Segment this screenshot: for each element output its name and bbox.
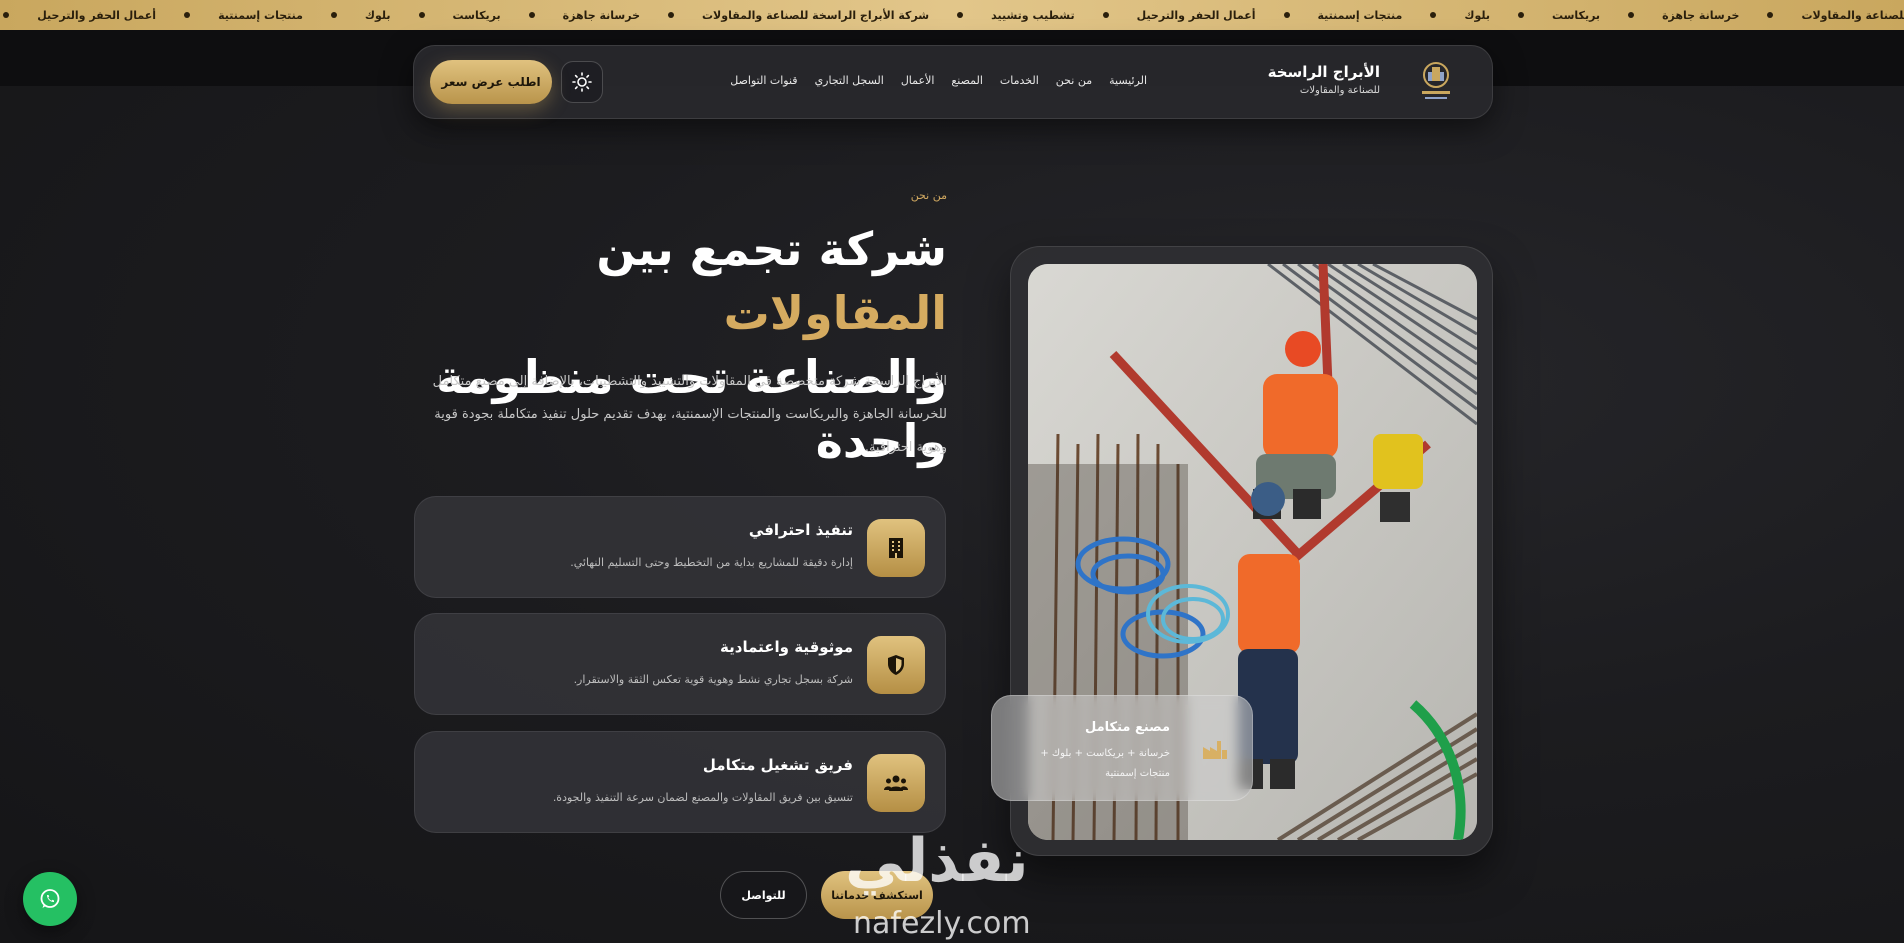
whatsapp-icon [40,889,60,908]
feature-title: فريق تشغيل متكامل [702,756,853,774]
ticker-item: بريكاست [1551,8,1601,22]
ticker-separator-dot [668,12,674,18]
company-logo[interactable] [1412,58,1460,106]
main-nav: الرئيسية من نحن الخدمات المصنع الأعمال ا… [730,74,1147,87]
ticker-separator-dot [528,12,535,18]
ticker-track: الأبراج الراسخة للصناعة والمقاولات خرسانة… [0,0,1904,30]
watermark-arabic: نفذلي [845,826,1029,896]
ticker-item: أعمال الحفر والترحيل [1136,8,1256,22]
ticker-separator-dot [1102,12,1109,18]
feature-card-professional: تنفيذ احترافي إدارة دقيقة للمشاريع بداية… [414,496,946,598]
ticker-item: بلوك [1464,8,1490,22]
nav-contact-channels[interactable]: قنوات التواصل [730,74,797,87]
ticker-item: أعمال الحفر والترحيل [37,8,157,22]
feature-title: موثوقية واعتمادية [720,638,853,656]
site-header: الأبراج الراسخة للصناعة والمقاولات الرئي… [413,45,1493,119]
factory-card-subtitle: خرسانة + بريكاست + بلوك + منتجات إسمنتية [1040,748,1170,779]
announcement-ticker: الأبراج الراسخة للصناعة والمقاولات خرسانة… [0,0,1904,30]
ticker-item: بريكاست [452,8,501,22]
factory-card-title: مصنع متكامل [1084,720,1170,735]
factory-icon [1198,732,1232,766]
contact-button[interactable]: للتواصل [720,871,807,919]
feature-card-team: فريق تشغيل متكامل تنسيق بين فريق المقاول… [414,731,946,833]
section-paragraph: الأبراج الراسخة شركة متخصصة في المقاولات… [432,374,947,455]
ticker-separator-dot [418,12,425,18]
ticker-item: منتجات إسمنتية [218,8,303,22]
nav-services[interactable]: الخدمات [1000,74,1039,87]
ticker-separator-dot [1283,12,1290,18]
nav-commercial-register[interactable]: السجل التجاري [815,74,884,87]
ticker-separator-dot [184,12,191,18]
whatsapp-button[interactable] [23,872,77,926]
watermark-latin: nafezly.com [853,906,1031,941]
ticker-item: خرسانة جاهزة [1662,8,1740,22]
nav-factory[interactable]: المصنع [951,74,982,87]
nav-home[interactable]: الرئيسية [1109,74,1147,87]
ticker-separator-dot [1767,12,1774,18]
sun-icon [572,72,592,92]
ticker-item: بلوك [364,8,391,22]
ticker-item: منتجات إسمنتية [1317,8,1403,22]
ticker-item: شركة الأبراج الراسخة للصناعة والمقاولات [702,8,930,22]
ticker-separator-dot [330,12,337,18]
brand-subtitle: للصناعة والمقاولات [1299,85,1380,96]
building-icon [867,519,925,577]
ticker-separator-dot [957,12,964,18]
brand-name: الأبراج الراسخة [1267,63,1380,81]
ticker-item: الأبراج الراسخة للصناعة والمقاولات [1801,8,1904,22]
headline-part1: شركة تجمع بين [596,222,947,276]
ticker-separator-dot [1517,12,1524,18]
shield-icon [867,636,925,694]
headline-gold-word: المقاولات [723,286,947,340]
theme-toggle-button[interactable] [561,61,603,103]
feature-description: شركة بسجل تجاري نشط وهوية قوية تعكس الثق… [573,673,853,686]
ticker-item: خرسانة جاهزة [562,8,640,22]
factory-info-card: مصنع متكامل خرسانة + بريكاست + بلوك + من… [991,695,1253,801]
request-quote-button[interactable]: اطلب عرض سعر [430,60,552,104]
nav-projects[interactable]: الأعمال [901,74,935,87]
ticker-separator-dot [1430,12,1437,18]
brand-block: الأبراج الراسخة للصناعة والمقاولات [1268,63,1380,96]
team-icon [867,754,925,812]
feature-title: تنفيذ احترافي [748,521,853,539]
section-eyebrow: من نحن [910,189,947,202]
ticker-item: تشطيب وتشييد [991,8,1075,22]
nav-about[interactable]: من نحن [1056,74,1092,87]
ticker-separator-dot [1628,12,1635,18]
feature-description: تنسيق بين فريق المقاولات والمصنع لضمان س… [552,791,853,804]
feature-description: إدارة دقيقة للمشاريع بداية من التخطيط وح… [570,556,853,569]
feature-card-reliability: موثوقية واعتمادية شركة بسجل تجاري نشط وه… [414,613,946,715]
ticker-separator-dot [3,12,10,18]
